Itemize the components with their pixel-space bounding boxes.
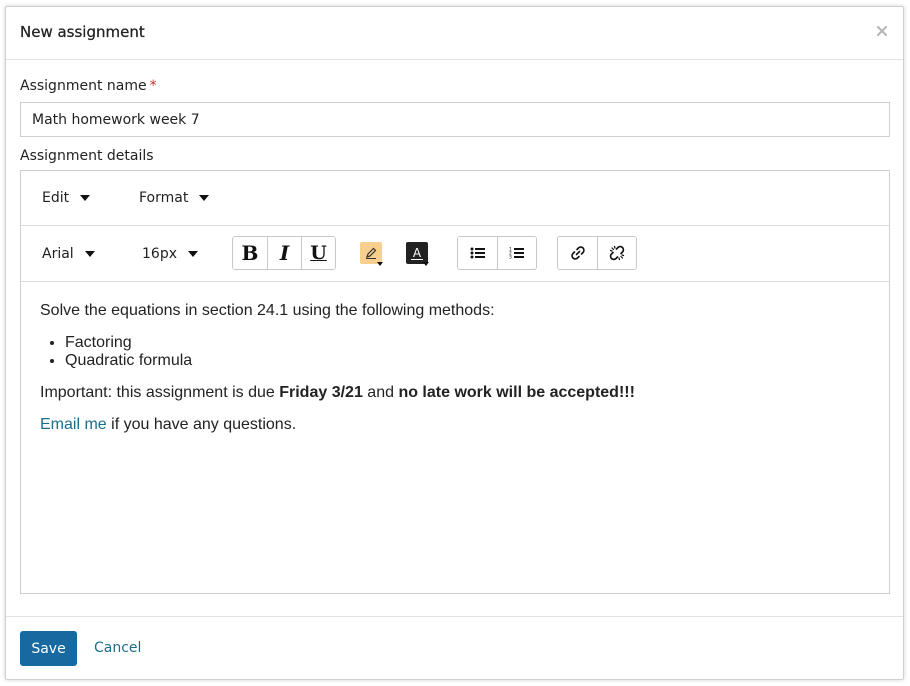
dialog-header: New assignment [6,7,903,60]
numbered-list-button[interactable]: 1 2 3 [497,237,536,269]
list-item: Factoring [65,334,192,352]
dialog-title: New assignment [20,23,145,41]
close-icon[interactable] [875,24,889,38]
methods-list: Factoring Quadratic formula [40,334,192,370]
required-mark: * [149,78,157,94]
edit-menu-label: Edit [42,190,70,206]
email-suffix: if you have any questions. [106,416,297,433]
intro-paragraph: Solve the equations in section 24.1 usin… [40,302,495,319]
unlink-icon [609,245,625,261]
dialog-footer: Save Cancel [6,616,903,679]
editor-content[interactable]: Solve the equations in section 24.1 usin… [21,282,889,593]
editor-toolbar: Arial 16px B I U A 1 2 3 [21,226,889,282]
link-group [557,236,637,270]
highlight-icon [360,242,383,266]
text-style-group: B I U [232,236,336,270]
format-menu-label: Format [139,190,189,206]
list-item: Quadratic formula [65,352,192,370]
assignment-details-label: Assignment details [20,148,154,164]
assignment-name-label-text: Assignment name [20,78,147,94]
assignment-name-label: Assignment name * [20,78,157,94]
numbered-list-icon: 1 2 3 [509,247,524,261]
underline-icon: U [310,242,327,264]
svg-text:3: 3 [509,255,512,261]
highlight-color-button[interactable] [354,236,388,270]
assignment-name-input[interactable] [20,102,890,137]
chevron-down-icon [188,251,198,257]
important-paragraph: Important: this assignment is due Friday… [40,384,635,402]
link-button[interactable] [558,237,597,269]
due-date: Friday 3/21 [279,384,363,401]
format-menu[interactable]: Format [139,190,210,206]
chevron-down-icon [80,195,91,201]
font-family-value: Arial [42,246,74,262]
chevron-down-icon [199,195,210,201]
important-middle: and [362,384,399,401]
important-prefix: Important: this assignment is due [40,384,280,401]
bold-icon: B [241,241,259,265]
font-family-select[interactable]: Arial [42,246,95,262]
unlink-button[interactable] [597,237,636,269]
text-color-icon: A [406,242,429,266]
underline-button[interactable]: U [301,237,335,269]
bold-button[interactable]: B [233,237,267,269]
font-size-value: 16px [142,246,177,262]
editor-menubar: Edit Format [21,171,889,226]
font-size-select[interactable]: 16px [142,246,198,262]
text-color-glyph: A [410,245,424,260]
bullet-list-icon [470,247,485,259]
edit-menu[interactable]: Edit [42,190,91,206]
rich-text-editor: Edit Format Arial 16px B I U A 1 2 3 Sol… [20,170,890,594]
cancel-button[interactable]: Cancel [94,640,141,656]
email-link[interactable]: Email me [40,416,107,433]
link-icon [570,246,585,260]
bullet-list-button[interactable] [458,237,497,269]
text-color-button[interactable]: A [400,236,434,270]
late-warning: no late work will be accepted!!! [398,384,635,401]
email-paragraph: Email me if you have any questions. [40,416,296,434]
save-button[interactable]: Save [20,631,77,666]
italic-button[interactable]: I [267,237,301,269]
list-group: 1 2 3 [457,236,537,270]
italic-icon: I [279,241,290,265]
chevron-down-icon [84,251,95,257]
new-assignment-dialog: New assignment Assignment name* Assignme… [5,6,904,680]
